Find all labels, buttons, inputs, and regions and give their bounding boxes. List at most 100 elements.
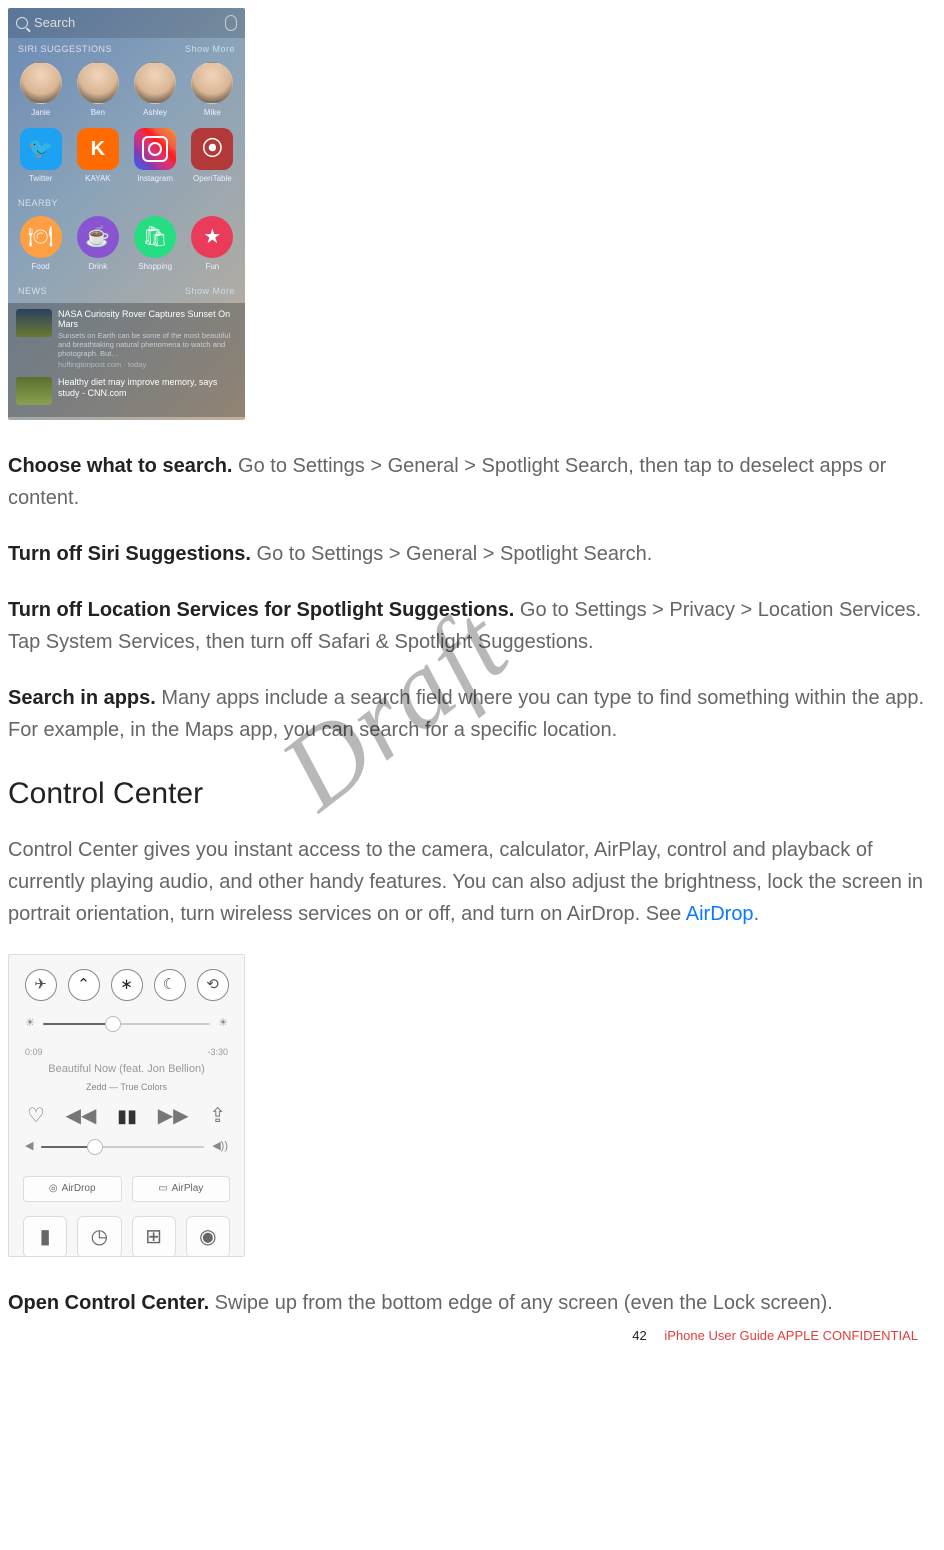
- para-text: Swipe up from the bottom edge of any scr…: [209, 1292, 833, 1314]
- section-header-siri: SIRI SUGGESTIONS Show More: [8, 38, 245, 60]
- app-name: Twitter: [29, 173, 53, 186]
- section-label: NEWS: [18, 284, 47, 298]
- section-header-nearby: NEARBY: [8, 192, 245, 214]
- section-header-news: NEWS Show More: [8, 280, 245, 302]
- app-suggestion: ⦿ OpenTable: [191, 128, 233, 186]
- song-title: Beautiful Now (feat. Jon Bellion): [25, 1061, 228, 1079]
- heading-control-center: Control Center: [8, 770, 936, 818]
- search-icon: [16, 17, 28, 29]
- avatar: [191, 62, 233, 104]
- twitter-icon: 🐦: [20, 128, 62, 170]
- paragraph-choose-what-to-search: Choose what to search. Go to Settings > …: [8, 450, 936, 514]
- nearby-label: Drink: [89, 261, 108, 274]
- paragraph-search-in-apps: Search in apps. Many apps include a sear…: [8, 682, 936, 746]
- nearby-row: 🍽Food ☕Drink 🛍Shopping ★Fun: [8, 214, 245, 280]
- para-bold: Search in apps.: [8, 687, 156, 709]
- avatar: [20, 62, 62, 104]
- volume-track: [41, 1146, 204, 1148]
- opentable-icon: ⦿: [191, 128, 233, 170]
- volume-low-icon: ◀: [25, 1138, 33, 1156]
- shopping-icon: 🛍: [134, 216, 176, 258]
- search-bar: Search: [8, 8, 245, 38]
- page-footer: 42 iPhone User Guide APPLE CONFIDENTIAL: [632, 1326, 918, 1347]
- news-list: NASA Curiosity Rover Captures Sunset On …: [8, 303, 245, 418]
- contact-name: Ashley: [143, 107, 167, 120]
- kayak-icon: K: [77, 128, 119, 170]
- avatar: [134, 62, 176, 104]
- contact-suggestion: Ben: [77, 62, 119, 120]
- brightness-low-icon: ☀: [25, 1015, 35, 1033]
- airplay-button: ▭ AirPlay: [132, 1176, 231, 1202]
- show-more: Show More: [185, 284, 235, 298]
- app-name: KAYAK: [85, 173, 111, 186]
- next-icon: ▶▶: [158, 1100, 189, 1132]
- food-icon: 🍽: [20, 216, 62, 258]
- app-suggestion: K KAYAK: [77, 128, 119, 186]
- page-number: 42: [632, 1328, 646, 1343]
- avatar: [77, 62, 119, 104]
- para-bold: Choose what to search.: [8, 455, 233, 477]
- album-title: Zedd — True Colors: [25, 1080, 228, 1094]
- contact-name: Ben: [91, 107, 105, 120]
- slider-knob: [87, 1139, 103, 1155]
- contact-suggestion: Ashley: [134, 62, 176, 120]
- apps-row: 🐦 Twitter K KAYAK Instagram ⦿ OpenTable: [8, 126, 245, 192]
- paragraph-control-center-intro: Control Center gives you instant access …: [8, 834, 936, 930]
- nearby-label: Fun: [205, 261, 219, 274]
- section-label: SIRI SUGGESTIONS: [18, 42, 112, 56]
- para-text: .: [754, 903, 760, 925]
- news-item: NASA Curiosity Rover Captures Sunset On …: [16, 309, 237, 372]
- airplay-icon: ▭: [158, 1181, 167, 1197]
- wifi-icon: ⌃: [68, 969, 100, 1001]
- nearby-item: 🛍Shopping: [134, 216, 176, 274]
- flashlight-icon: ▮: [23, 1216, 67, 1257]
- para-text: Go to Settings > General > Spotlight Sea…: [251, 543, 652, 565]
- airplane-mode-icon: ✈: [25, 969, 57, 1001]
- section-label: NEARBY: [18, 196, 58, 210]
- fun-icon: ★: [191, 216, 233, 258]
- para-bold: Open Control Center.: [8, 1292, 209, 1314]
- brightness-slider: ☀ ☀: [9, 1009, 244, 1039]
- shortcuts-row: ▮ ◷ ⊞ ◉: [9, 1210, 244, 1257]
- calculator-icon: ⊞: [132, 1216, 176, 1257]
- para-bold: Turn off Siri Suggestions.: [8, 543, 251, 565]
- news-subtitle: Sunsets on Earth can be some of the most…: [58, 331, 237, 358]
- playback-controls: ♡ ◀◀ ▮▮ ▶▶ ⇪: [25, 1100, 228, 1132]
- rotation-lock-icon: ⟲: [197, 969, 229, 1001]
- app-name: Instagram: [137, 173, 173, 186]
- contact-name: Mike: [204, 107, 221, 120]
- news-source: huffingtonpost.com · today: [58, 359, 237, 371]
- toggles-row: ✈ ⌃ ∗ ☾ ⟲: [9, 955, 244, 1009]
- instagram-icon: [134, 128, 176, 170]
- search-placeholder: Search: [34, 13, 219, 34]
- volume-high-icon: ◀)): [212, 1138, 228, 1156]
- airdrop-icon: ◎: [49, 1181, 58, 1197]
- previous-icon: ◀◀: [66, 1100, 97, 1132]
- share-icon: ⇪: [209, 1100, 226, 1132]
- mic-icon: [225, 15, 237, 31]
- spotlight-screenshot: Search SIRI SUGGESTIONS Show More Janie …: [8, 8, 245, 420]
- paragraph-turn-off-location: Turn off Location Services for Spotlight…: [8, 594, 936, 658]
- slider-track: [43, 1023, 210, 1025]
- para-text: Control Center gives you instant access …: [8, 839, 923, 925]
- app-suggestion: 🐦 Twitter: [20, 128, 62, 186]
- airdrop-button: ◎AirDrop: [23, 1176, 122, 1202]
- nearby-item: ★ Fun: [191, 216, 233, 274]
- news-item: Healthy diet may improve memory, says st…: [16, 377, 237, 405]
- airplay-label: AirPlay: [172, 1181, 204, 1197]
- news-thumbnail: [16, 377, 52, 405]
- time-elapsed: 0:09: [25, 1045, 43, 1059]
- nearby-label: Food: [32, 261, 50, 274]
- news-title: Healthy diet may improve memory, says st…: [58, 377, 237, 399]
- slider-knob: [105, 1016, 121, 1032]
- paragraph-turn-off-siri: Turn off Siri Suggestions. Go to Setting…: [8, 538, 936, 570]
- pause-icon: ▮▮: [117, 1102, 137, 1131]
- time-remaining: -3:30: [207, 1045, 228, 1059]
- brightness-high-icon: ☀: [218, 1015, 228, 1033]
- airdrop-link[interactable]: AirDrop: [686, 903, 754, 925]
- news-thumbnail: [16, 309, 52, 337]
- app-name: OpenTable: [193, 173, 232, 186]
- contact-suggestion: Janie: [20, 62, 62, 120]
- camera-icon: ◉: [186, 1216, 230, 1257]
- airdrop-label: AirDrop: [62, 1181, 96, 1197]
